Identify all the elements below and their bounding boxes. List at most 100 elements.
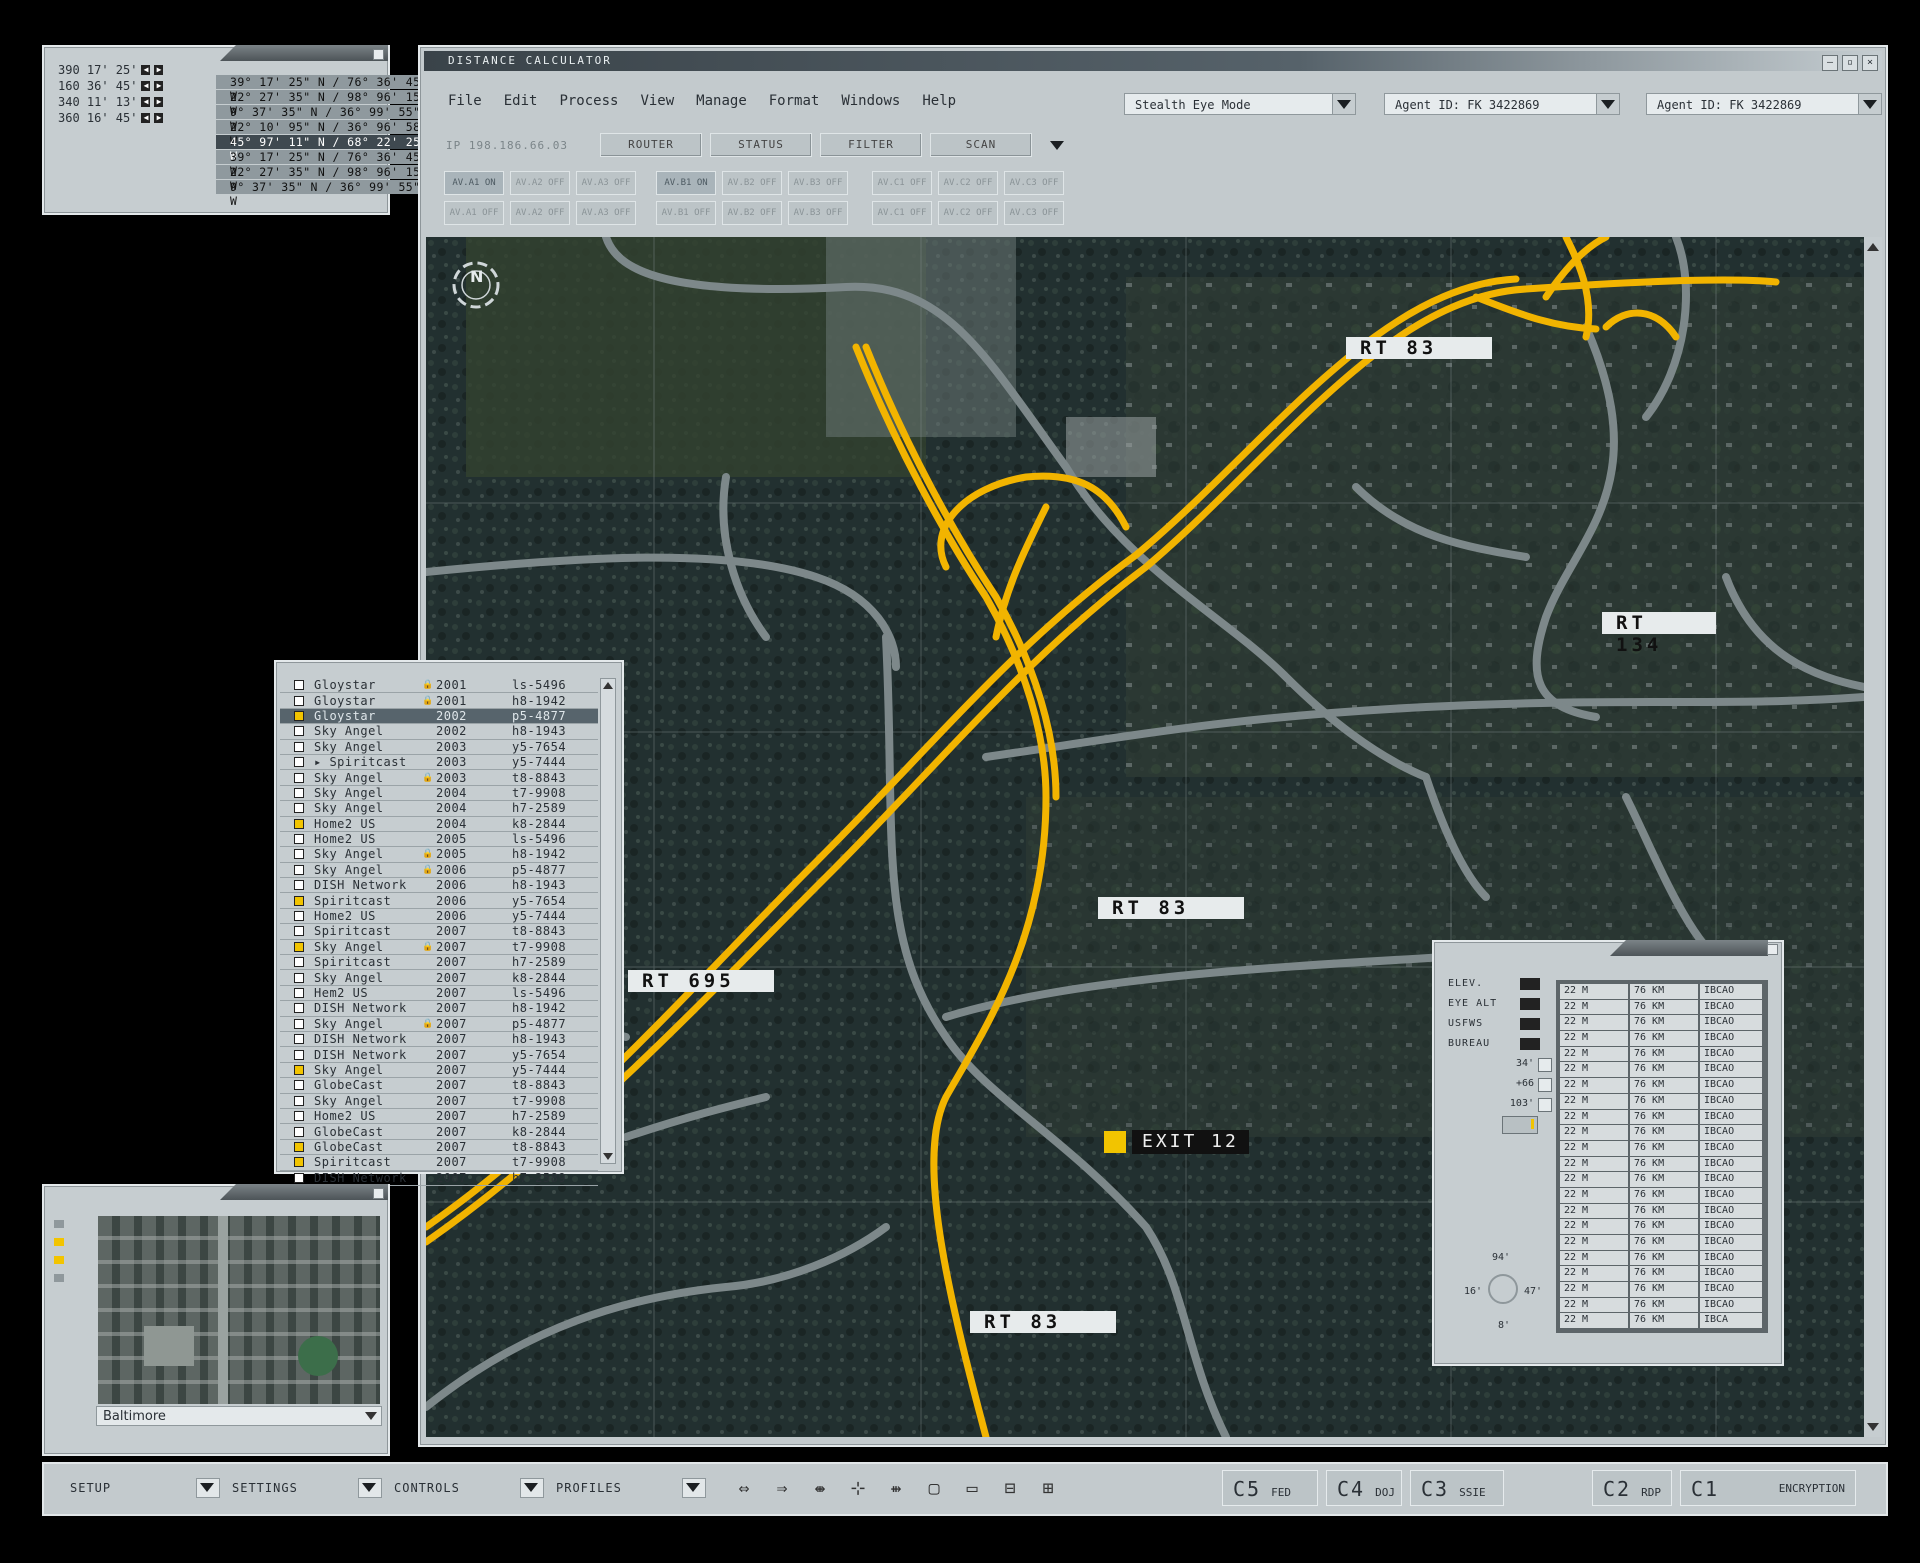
map-scrollbar[interactable] (1864, 237, 1882, 1437)
coordinate-stepper[interactable]: 340 11' 13' ◀ ▶ (58, 95, 164, 109)
stepper-icon[interactable] (1538, 1078, 1552, 1092)
channel-checkbox[interactable] (294, 787, 304, 798)
channel-checkbox[interactable] (294, 941, 304, 952)
channel-row[interactable]: DISH Network 2007 y5-7654 (280, 1047, 598, 1063)
channel-checkbox[interactable] (294, 849, 304, 860)
channel-checkbox[interactable] (294, 772, 304, 783)
channel-checkbox[interactable] (294, 741, 304, 752)
scroll-up-icon[interactable] (603, 682, 613, 689)
menu-manage[interactable]: Manage (696, 93, 747, 109)
coordinate-stepper[interactable]: 390 17' 25' ◀ ▶ (58, 63, 164, 77)
window-icon[interactable]: ▢ (920, 1478, 948, 1500)
channel-checkbox[interactable] (294, 803, 304, 814)
agent-select-2[interactable]: Agent ID: FK 3422869 (1646, 93, 1882, 115)
coordinate-row[interactable]: 9° 37' 35" N / 36° 99' 55" W (216, 105, 428, 133)
chevron-left-icon[interactable]: ◀ (141, 65, 151, 75)
av-toggle[interactable]: AV.A1 OFF (444, 201, 504, 225)
menu-windows[interactable]: Windows (841, 93, 900, 109)
layers-icon[interactable]: ▭ (958, 1478, 986, 1500)
coordinate-row[interactable]: 9° 37' 35" N / 36° 99' 55" W (216, 180, 428, 208)
tool-filter-button[interactable]: FILTER (820, 133, 922, 157)
channel-checkbox[interactable] (294, 1080, 304, 1091)
grid-icon[interactable]: ⊞ (1034, 1478, 1062, 1500)
channel-row[interactable]: Sky Angel 2002 h8-1943 (280, 724, 598, 740)
pencil-icon[interactable] (54, 1274, 64, 1282)
channel-checkbox[interactable] (294, 1141, 304, 1152)
av-toggle[interactable]: AV.A2 OFF (510, 171, 570, 195)
channel-row[interactable]: GlobeCast 2007 t8-8843 (280, 1078, 598, 1094)
coordinate-row[interactable]: 22° 27' 35" N / 98° 96' 15" W (216, 90, 428, 118)
channel-checkbox[interactable] (294, 957, 304, 968)
channel-c1-button[interactable]: C1 ENCRYPTION (1680, 1470, 1856, 1506)
channel-row[interactable]: Home2 US 2006 y5-7444 (280, 909, 598, 925)
scroll-down-icon[interactable] (1867, 1423, 1879, 1431)
channel-row[interactable]: Sky Angel 🔒 2003 t8-8843 (280, 770, 598, 786)
chevron-right-icon[interactable]: ▶ (154, 97, 164, 107)
route-icon[interactable]: ⇻ (882, 1478, 910, 1500)
stepper-arrows-icon[interactable] (1520, 978, 1540, 990)
channel-row[interactable]: Sky Angel 2003 y5-7654 (280, 740, 598, 755)
channel-checkbox[interactable] (294, 757, 304, 768)
stepper-arrows-icon[interactable] (1520, 1038, 1540, 1050)
elevation-slider[interactable] (1502, 1116, 1538, 1134)
close-icon[interactable] (373, 1188, 384, 1199)
channel-checkbox[interactable] (294, 1034, 304, 1045)
channel-checkbox[interactable] (294, 972, 304, 983)
coordinate-row[interactable]: 45° 97' 11" N / 68° 22' 25" W (216, 135, 428, 163)
channel-checkbox[interactable] (294, 1111, 304, 1122)
expand-horizontal-icon[interactable]: ⇼ (806, 1478, 834, 1500)
menu-view[interactable]: View (640, 93, 674, 109)
bottom-select-controls[interactable]: CONTROLS (384, 1476, 544, 1500)
minimize-icon[interactable]: – (1822, 55, 1838, 71)
menu-help[interactable]: Help (922, 93, 956, 109)
channel-row[interactable]: Home2 US 2005 ls-5496 (280, 832, 598, 848)
channel-checkbox[interactable] (294, 1172, 304, 1183)
av-toggle[interactable]: AV.B3 OFF (788, 171, 848, 195)
stepper-arrows-icon[interactable] (1520, 1018, 1540, 1030)
av-toggle[interactable]: AV.A1 ON (444, 171, 504, 195)
channel-row[interactable]: Home2 US 2004 k8-2844 (280, 817, 598, 832)
menu-format[interactable]: Format (769, 93, 820, 109)
channel-row[interactable]: Spiritcast 2007 t7-9908 (280, 1155, 598, 1171)
channel-row[interactable]: Sky Angel 2007 y5-7444 (280, 1063, 598, 1079)
av-toggle[interactable]: AV.B1 ON (656, 171, 716, 195)
channel-scrollbar[interactable] (600, 678, 616, 1164)
channel-row[interactable]: DISH Network 2007 h8-1943 (280, 1032, 598, 1048)
channel-row[interactable]: Sky Angel 2004 h7-2589 (280, 801, 598, 817)
stepper-icon[interactable] (1538, 1058, 1552, 1072)
av-toggle[interactable]: AV.A2 OFF (510, 201, 570, 225)
scroll-up-icon[interactable] (1867, 243, 1879, 251)
chevron-down-icon[interactable] (358, 1478, 382, 1498)
av-toggle[interactable]: AV.B1 OFF (656, 201, 716, 225)
chevron-right-icon[interactable]: ▶ (154, 81, 164, 91)
channel-checkbox[interactable] (294, 864, 304, 875)
chevron-left-icon[interactable]: ◀ (141, 97, 151, 107)
channel-checkbox[interactable] (294, 1049, 304, 1060)
menu-file[interactable]: File (448, 93, 482, 109)
channel-checkbox[interactable] (294, 1064, 304, 1075)
channel-row[interactable]: Sky Angel 🔒 2007 t7-9908 (280, 940, 598, 956)
av-toggle[interactable]: AV.C3 OFF (1004, 171, 1064, 195)
stepper-arrows-icon[interactable] (1520, 998, 1540, 1010)
close-icon[interactable] (1767, 944, 1778, 955)
tool-status-button[interactable]: STATUS (710, 133, 812, 157)
av-toggle[interactable]: AV.C3 OFF (1004, 201, 1064, 225)
coordinate-row[interactable]: 22° 10' 95" N / 36° 96' 58" W (216, 120, 428, 148)
channel-checkbox[interactable] (294, 1157, 304, 1168)
channel-row[interactable]: ▸ Spiritcast 2003 y5-7444 (280, 755, 598, 771)
channel-checkbox[interactable] (294, 1126, 304, 1137)
channel-c4-button[interactable]: C4 DOJ (1326, 1470, 1402, 1506)
chevron-down-icon[interactable] (682, 1478, 706, 1498)
chevron-down-icon[interactable] (196, 1478, 220, 1498)
channel-checkbox[interactable] (294, 818, 304, 829)
av-toggle[interactable]: AV.B2 OFF (722, 171, 782, 195)
channel-checkbox[interactable] (294, 926, 304, 937)
chevron-right-icon[interactable]: ▶ (154, 65, 164, 75)
av-toggle[interactable]: AV.B3 OFF (788, 201, 848, 225)
channel-row[interactable]: Gloystar 2002 p5-4877 (280, 708, 598, 725)
exit-marker[interactable]: EXIT 12 (1104, 1130, 1249, 1154)
channel-row[interactable]: Sky Angel 🔒 2005 h8-1942 (280, 847, 598, 863)
close-icon[interactable] (373, 49, 384, 60)
channel-row[interactable]: Spiritcast 2007 h7-2589 (280, 955, 598, 971)
av-toggle[interactable]: AV.B2 OFF (722, 201, 782, 225)
